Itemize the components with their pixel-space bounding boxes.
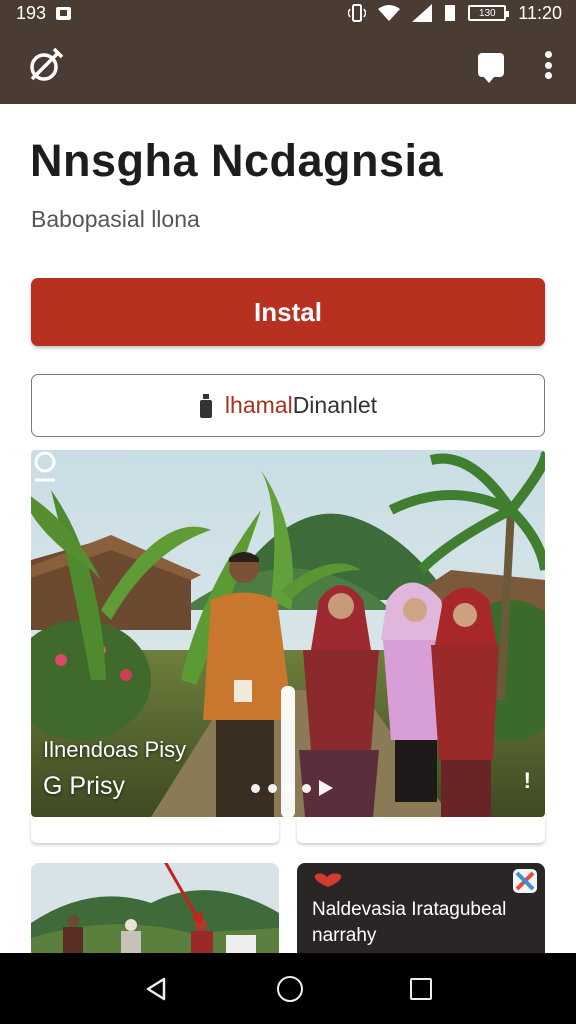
carousel-dot[interactable] — [251, 783, 260, 793]
card-left-scene — [31, 863, 279, 953]
install-button[interactable]: Instal — [31, 278, 545, 346]
app-title: Nnsgha Ncdagnsia — [30, 135, 444, 186]
hero-image[interactable]: Ilnendoas Pisy G Prisy ! — [31, 450, 545, 817]
signal-icon — [412, 4, 433, 22]
hero-caption-line1: Ilnendoas Pisy — [43, 737, 187, 762]
app-badge-icon — [513, 869, 537, 893]
bottle-icon — [199, 393, 212, 418]
status-time: 11:20 — [518, 2, 562, 23]
secondary-button-suffix: Dinanlet — [292, 392, 378, 418]
app-bar — [0, 26, 576, 104]
card-left-image[interactable] — [31, 863, 279, 953]
card-footer-right — [297, 817, 545, 843]
hero-caption: Ilnendoas Pisy G Prisy — [43, 732, 186, 804]
secondary-button-prefix: lhamal — [224, 392, 293, 418]
hero-caption-line2: G Prisy — [43, 772, 125, 800]
overflow-menu-icon[interactable] — [544, 51, 552, 79]
recent-apps-icon[interactable] — [410, 977, 433, 1000]
carousel-dots[interactable] — [251, 780, 333, 796]
card-right[interactable]: Naldevasia Iratagubeal narrahy — [297, 863, 545, 953]
carousel-handle[interactable] — [281, 686, 295, 817]
back-icon[interactable] — [144, 976, 170, 1002]
battery-level: 130 — [478, 7, 496, 19]
notification-box-icon — [56, 6, 72, 20]
vibrate-icon — [348, 4, 367, 22]
secondary-button[interactable]: lhamalDinanlet — [31, 374, 545, 437]
carousel-dot[interactable] — [268, 783, 277, 793]
sim-icon — [445, 5, 456, 21]
satellite-icon[interactable] — [26, 45, 66, 85]
battery-icon: 130 — [468, 5, 510, 21]
carousel-dot[interactable] — [302, 783, 311, 793]
pin-icon[interactable] — [31, 450, 59, 486]
system-nav-bar — [0, 953, 576, 1024]
hero-exclaim: ! — [523, 768, 531, 793]
card-footer-left — [31, 817, 279, 843]
chat-icon[interactable] — [478, 53, 504, 83]
carousel-next-icon[interactable] — [319, 780, 333, 796]
app-subtitle: Babopasial llona — [31, 206, 200, 232]
status-left-text: 193 — [16, 2, 47, 23]
heart-icon[interactable] — [313, 873, 343, 887]
carousel-dot[interactable] — [285, 783, 294, 793]
status-bar: 193 130 11:20 — [0, 0, 576, 26]
wifi-icon — [378, 5, 401, 21]
card-right-text: Naldevasia Iratagubeal narrahy — [312, 899, 507, 946]
home-icon[interactable] — [276, 975, 303, 1002]
install-button-label: Instal — [254, 296, 322, 327]
